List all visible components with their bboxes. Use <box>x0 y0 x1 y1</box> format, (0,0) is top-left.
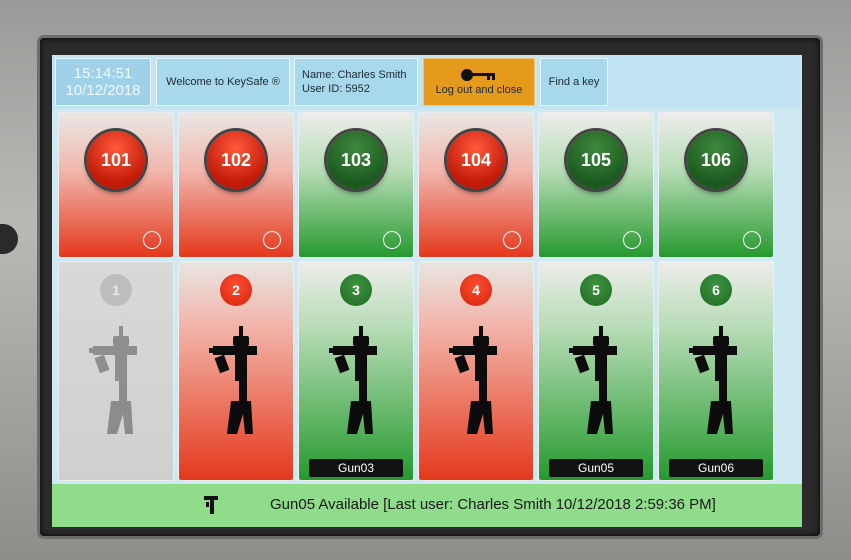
select-ring-icon[interactable] <box>503 231 521 249</box>
key-slot-106[interactable]: 106 <box>658 112 774 258</box>
gun-small-icon <box>204 496 218 514</box>
locker-number: 3 <box>340 274 372 306</box>
gun-locker-2[interactable]: 2 <box>178 261 294 481</box>
locker-number: 4 <box>460 274 492 306</box>
gun-label: Gun06 <box>669 459 763 477</box>
key-slot-number: 104 <box>447 131 505 189</box>
gun-label: Gun05 <box>549 459 643 477</box>
rifle-icon <box>89 326 137 434</box>
select-ring-icon[interactable] <box>263 231 281 249</box>
locker-number: 6 <box>700 274 732 306</box>
find-key-label: Find a key <box>548 76 600 88</box>
find-key-button[interactable]: Find a key <box>540 58 608 106</box>
logout-button[interactable]: Log out and close <box>423 58 535 106</box>
gun-locker-4[interactable]: 4 <box>418 261 534 481</box>
clock-time: 15:14:51 <box>73 65 133 82</box>
key-slot-102[interactable]: 102 <box>178 112 294 258</box>
welcome-banner: Welcome to KeySafe ® <box>156 58 290 106</box>
key-slot-number: 101 <box>87 131 145 189</box>
key-slot-105[interactable]: 105 <box>538 112 654 258</box>
status-message: Gun05 Available [Last user: Charles Smit… <box>270 496 716 513</box>
rifle-icon <box>569 326 617 434</box>
locker-number: 1 <box>100 274 132 306</box>
select-ring-icon[interactable] <box>143 231 161 249</box>
locker-number: 2 <box>220 274 252 306</box>
key-slot-103[interactable]: 103 <box>298 112 414 258</box>
user-id: User ID: 5952 <box>302 83 370 95</box>
header-bar: 15:14:51 10/12/2018 Welcome to KeySafe ®… <box>52 55 802 109</box>
gun-locker-3[interactable]: 3 Gun03 <box>298 261 414 481</box>
welcome-text: Welcome to KeySafe ® <box>166 76 280 88</box>
key-slot-101[interactable]: 101 <box>58 112 174 258</box>
rifle-icon <box>329 326 377 434</box>
rifle-icon <box>209 326 257 434</box>
key-slot-number: 102 <box>207 131 265 189</box>
user-name: Name: Charles Smith <box>302 69 407 81</box>
rifle-icon <box>449 326 497 434</box>
key-slot-number: 106 <box>687 131 745 189</box>
locker-number: 5 <box>580 274 612 306</box>
gun-label: Gun03 <box>309 459 403 477</box>
rifle-icon <box>689 326 737 434</box>
status-bar: Gun05 Available [Last user: Charles Smit… <box>52 484 802 527</box>
gun-locker-1[interactable]: 1 <box>58 261 174 481</box>
select-ring-icon[interactable] <box>623 231 641 249</box>
bezel-hole <box>0 224 18 254</box>
logout-label: Log out and close <box>435 84 523 96</box>
keysafe-screen: 15:14:51 10/12/2018 Welcome to KeySafe ®… <box>52 55 802 527</box>
gun-locker-5[interactable]: 5 Gun05 <box>538 261 654 481</box>
select-ring-icon[interactable] <box>743 231 761 249</box>
clock-display: 15:14:51 10/12/2018 <box>55 58 151 106</box>
select-ring-icon[interactable] <box>383 231 401 249</box>
key-icon <box>461 68 497 82</box>
user-info: Name: Charles Smith User ID: 5952 <box>294 58 418 106</box>
clock-date: 10/12/2018 <box>65 82 141 99</box>
key-slot-104[interactable]: 104 <box>418 112 534 258</box>
gun-locker-6[interactable]: 6 Gun06 <box>658 261 774 481</box>
key-slot-number: 105 <box>567 131 625 189</box>
key-slot-number: 103 <box>327 131 385 189</box>
